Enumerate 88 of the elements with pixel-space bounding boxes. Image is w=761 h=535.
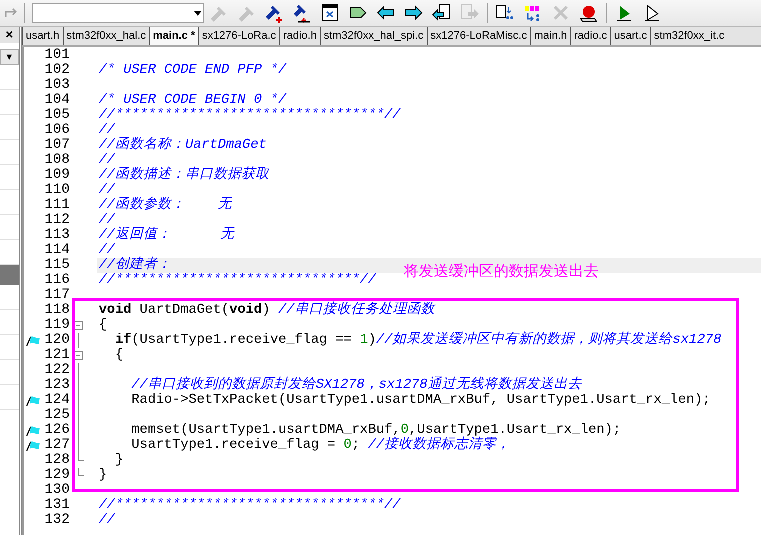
code-line: //*********************************// [98, 108, 402, 123]
line-number: 132 [44, 513, 70, 528]
play-icon[interactable] [614, 3, 634, 23]
play-outline-icon[interactable] [642, 3, 662, 23]
code-line: // [98, 183, 116, 198]
file-tab[interactable]: main.h [530, 27, 570, 45]
line-number: 118 [44, 303, 70, 318]
line-number: 105 [44, 108, 70, 123]
line-number: 108 [44, 153, 70, 168]
line-number: 103 [44, 78, 70, 93]
code-line: //串口接收到的数据原封发给SX1278，sx1278通过无线将数据发送出去 [130, 378, 584, 393]
fold-toggle-icon[interactable] [73, 318, 84, 333]
code-line: // [98, 243, 116, 258]
code-line: { [114, 348, 124, 363]
line-number: 102 [44, 63, 70, 78]
flashlight-add-icon[interactable] [264, 3, 284, 23]
code-line: //函数参数： 无 [98, 198, 234, 213]
bookmark-flag-icon[interactable] [26, 426, 42, 436]
code-line: //函数描述：串口数据获取 [98, 168, 270, 183]
bookmark-flag-icon[interactable] [26, 440, 42, 450]
code-line: //******************************// [98, 273, 378, 288]
file-tab[interactable]: usart.c [610, 27, 650, 45]
line-number: 115 [44, 258, 70, 273]
code-line: // [98, 153, 116, 168]
file-tab[interactable]: stm32f0xx_it.c [650, 27, 728, 45]
line-number: 113 [44, 228, 70, 243]
arrow-left-icon[interactable] [376, 3, 396, 23]
line-number: 129 [44, 468, 70, 483]
code-line: { [98, 318, 108, 333]
record-icon[interactable] [579, 3, 599, 23]
line-number: 110 [44, 183, 70, 198]
line-number: 127 [44, 438, 70, 453]
code-line: //*********************************// [98, 498, 402, 513]
code-line: void UartDmaGet(void) //串口接收任务处理函数 [98, 303, 437, 318]
caret-icon[interactable] [193, 9, 203, 17]
code-line: // [98, 213, 116, 228]
file-tab[interactable]: usart.h [22, 27, 63, 45]
fold-toggle-icon[interactable] [73, 348, 84, 363]
line-number: 125 [44, 408, 70, 423]
line-number: 121 [44, 348, 70, 363]
file-tab[interactable]: main.c * [149, 27, 198, 45]
line-number: 124 [44, 393, 70, 408]
code-line: //返回值： 无 [98, 228, 236, 243]
annotation-note: 将发送缓冲区的数据发送出去 [404, 262, 599, 282]
search-combo-field[interactable] [32, 3, 204, 23]
line-number: 130 [44, 483, 70, 498]
selected-row-highlight [0, 265, 19, 285]
code-line: // [98, 123, 116, 138]
line-number: 131 [44, 498, 70, 513]
line-number: 112 [44, 213, 70, 228]
line-number: 122 [44, 363, 70, 378]
dropdown-button[interactable]: ▼ [0, 49, 19, 65]
line-number: 126 [44, 423, 70, 438]
line-number: 106 [44, 123, 70, 138]
file-tab[interactable]: sx1276-LoRaMisc.c [426, 27, 530, 45]
line-number: 119 [44, 318, 70, 333]
line-number: 116 [44, 273, 70, 288]
line-number: 107 [44, 138, 70, 153]
code-line: Radio->SetTxPacket(UsartType1.usartDMA_rxBuf, UsartType1.Usart_rx_len); [130, 393, 712, 408]
code-line: //函数名称：UartDmaGet [98, 138, 268, 153]
code-line: memset(UsartType1.usartDMA_rxBuf,0,UsartType1.Usart_rx_len); [130, 423, 622, 438]
line-number: 111 [44, 198, 70, 213]
file-tab[interactable]: radio.c [570, 27, 610, 45]
code-line: UsartType1.receive_flag = 0; //接收数据标志清零， [130, 438, 512, 453]
bookmark-flag-icon[interactable] [26, 336, 42, 346]
code-line: if(UsartType1.receive_flag == 1)//如果发送缓冲区中有新的数据，则将其发送给sx1278 [114, 333, 723, 348]
file-tab[interactable]: sx1276-LoRa.c [198, 27, 280, 45]
line-number: 101 [44, 48, 70, 63]
document-arrow-icon[interactable] [432, 3, 452, 23]
line-number: 120 [44, 333, 70, 348]
code-line: } [114, 453, 124, 468]
code-line: /* USER CODE END PFP */ [98, 63, 288, 78]
code-line: } [98, 468, 108, 483]
flashlight-remove-icon[interactable] [292, 3, 312, 23]
line-number: 128 [44, 453, 70, 468]
line-number: 109 [44, 168, 70, 183]
line-number: 114 [44, 243, 70, 258]
file-tab[interactable]: stm32f0xx_hal_spi.c [320, 27, 427, 45]
bookmark-flag-icon[interactable] [26, 396, 42, 406]
close-button[interactable]: × [0, 27, 19, 43]
arrow-right-icon[interactable] [404, 3, 424, 23]
code-line: // [98, 513, 116, 528]
code-line: /* USER CODE BEGIN 0 */ [98, 93, 288, 108]
window-icon[interactable] [320, 3, 340, 23]
file-tab[interactable]: radio.h [279, 27, 320, 45]
line-number: 117 [44, 288, 70, 303]
line-number: 104 [44, 93, 70, 108]
line-number: 123 [44, 378, 70, 393]
